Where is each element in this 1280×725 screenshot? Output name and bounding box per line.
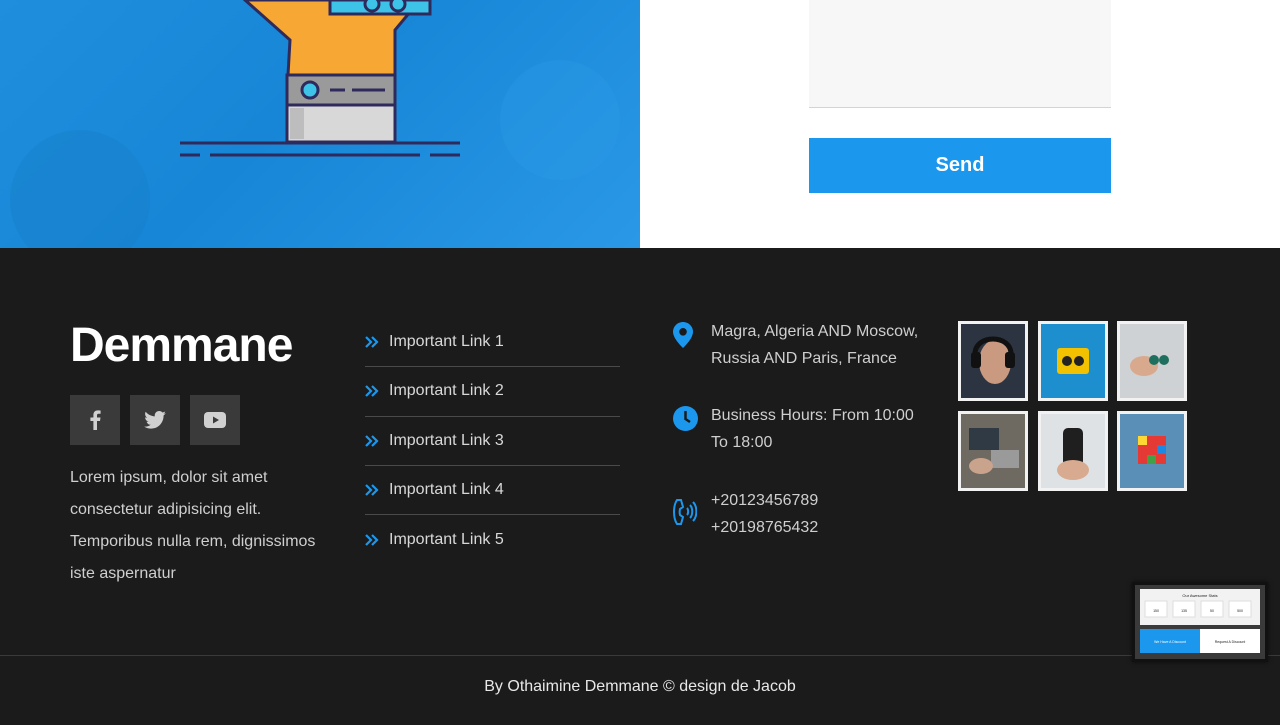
- footer-link-label: Important Link 5: [389, 530, 504, 548]
- twitter-button[interactable]: [130, 395, 180, 445]
- double-chevron-right-icon: [365, 434, 389, 447]
- footer-brand: Demmane: [70, 319, 293, 372]
- address-text: Magra, Algeria AND Moscow, Russia AND Pa…: [711, 323, 919, 367]
- footer: Demmane Lorem ipsum, dolor sit amet cons…: [0, 248, 1280, 725]
- gallery-thumb-earbuds[interactable]: [1117, 321, 1187, 401]
- gallery-thumb-laptop[interactable]: [958, 411, 1028, 491]
- preview-stat-2: 135: [1181, 609, 1187, 613]
- footer-link-3[interactable]: Important Link 3: [365, 417, 620, 466]
- double-chevron-right-icon: [365, 534, 389, 546]
- preview-stat-4: 500: [1237, 609, 1243, 613]
- send-button[interactable]: Send: [809, 138, 1111, 193]
- gallery-thumb-rubiks-cube[interactable]: [1117, 411, 1187, 491]
- gallery-thumb-headphones[interactable]: [958, 321, 1028, 401]
- preview-right-heading: Request A Discount: [1215, 640, 1246, 644]
- preview-screenshot: Our Awesome Stats 150 135 50 500 We Have…: [1135, 585, 1265, 659]
- clock-icon: [673, 402, 711, 456]
- phone-numbers: +20123456789 +20198765432: [711, 487, 926, 541]
- footer-gallery: [958, 321, 1187, 491]
- hours-row: Business Hours: From 10:00 To 18:00: [673, 402, 926, 456]
- footer-link-label: Important Link 3: [389, 431, 504, 449]
- footer-link-2[interactable]: Important Link 2: [365, 367, 620, 417]
- important-links-list: Important Link 1 Important Link 2 Import…: [365, 318, 620, 564]
- footer-link-label: Important Link 4: [389, 481, 504, 499]
- hand-holding-device-illustration: [10, 0, 620, 248]
- preview-title: Our Awesome Stats: [1182, 593, 1217, 598]
- twitter-icon: [144, 411, 166, 429]
- social-links: [70, 395, 240, 445]
- floating-page-preview[interactable]: Our Awesome Stats 150 135 50 500 We Have…: [1132, 582, 1268, 662]
- map-pin-icon: [673, 318, 711, 372]
- footer-link-4[interactable]: Important Link 4: [365, 466, 620, 516]
- message-textarea[interactable]: [809, 0, 1111, 108]
- preview-stat-1: 150: [1153, 609, 1159, 613]
- youtube-icon: [204, 412, 226, 428]
- facebook-button[interactable]: [70, 395, 120, 445]
- gallery-thumb-yellow-device[interactable]: [1037, 321, 1108, 401]
- double-chevron-right-icon: [365, 336, 389, 348]
- youtube-button[interactable]: [190, 395, 240, 445]
- phone-number-1: +20123456789: [711, 492, 819, 509]
- gallery-thumb-phone[interactable]: [1037, 411, 1108, 491]
- contact-form: Send: [640, 0, 1280, 248]
- footer-divider: [0, 655, 1280, 656]
- phone-number-2: +20198765432: [711, 519, 819, 536]
- footer-link-5[interactable]: Important Link 5: [365, 515, 620, 564]
- facebook-icon: [90, 410, 101, 430]
- copyright-text: By Othaimine Demmane © design de Jacob: [484, 678, 796, 695]
- hero-illustration-panel: [0, 0, 640, 248]
- preview-stat-3: 50: [1210, 609, 1214, 613]
- phone-row: +20123456789 +20198765432: [673, 487, 926, 541]
- footer-link-1[interactable]: Important Link 1: [365, 318, 620, 368]
- hours-text: Business Hours: From 10:00 To 18:00: [711, 407, 914, 451]
- preview-left-heading: We Have A Discount: [1154, 640, 1186, 644]
- footer-link-label: Important Link 2: [389, 382, 504, 400]
- address-row: Magra, Algeria AND Moscow, Russia AND Pa…: [673, 318, 926, 372]
- double-chevron-right-icon: [365, 385, 389, 398]
- footer-about-text: Lorem ipsum, dolor sit amet consectetur …: [70, 469, 316, 582]
- footer-link-label: Important Link 1: [389, 333, 504, 351]
- contact-section: Send: [0, 0, 1280, 248]
- double-chevron-right-icon: [365, 484, 389, 496]
- phone-volume-icon: [673, 487, 711, 541]
